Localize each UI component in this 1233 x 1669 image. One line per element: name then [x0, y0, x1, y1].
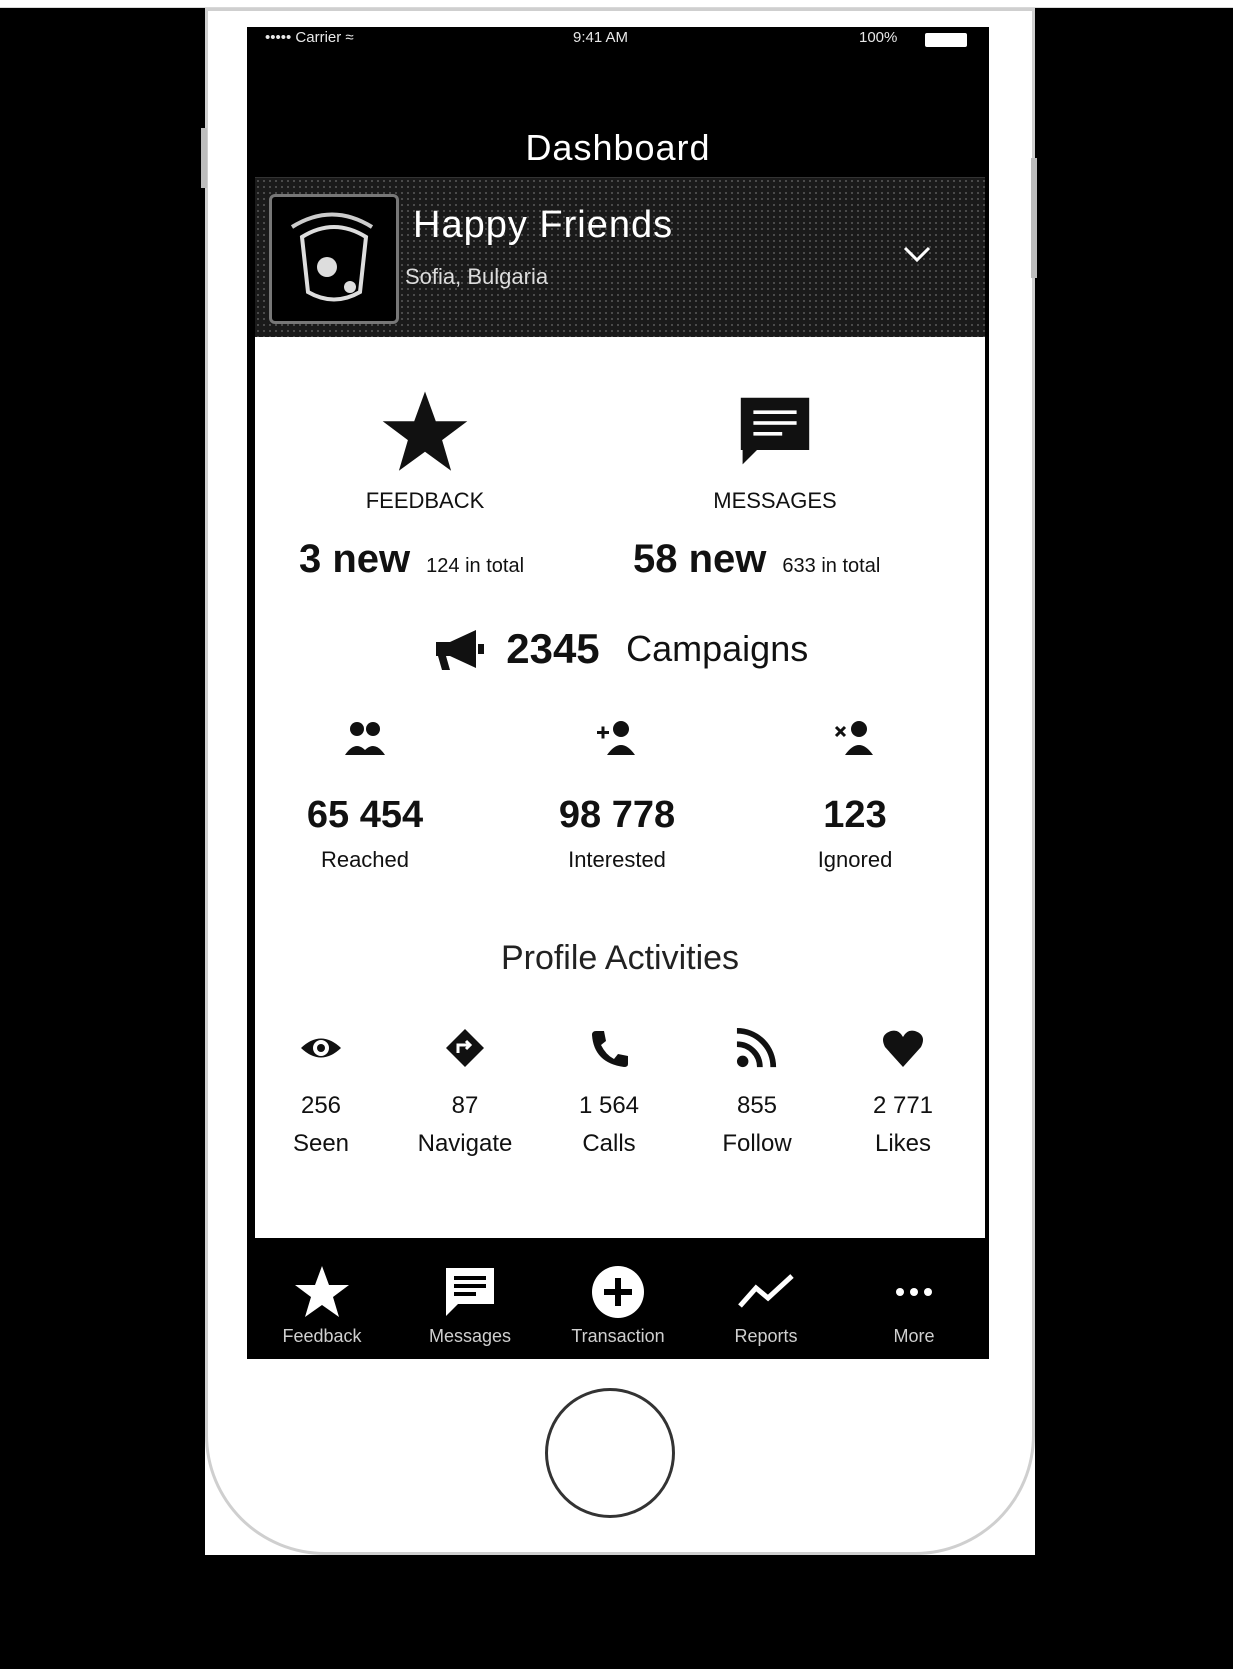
- audience-interested: 98 778 Interested: [517, 719, 717, 873]
- tab-reports-label: Reports: [734, 1326, 798, 1346]
- feedback-card[interactable]: FEEDBACK: [325, 387, 525, 514]
- campaigns-label: Campaigns: [626, 628, 809, 669]
- avatar-image-icon: [290, 212, 374, 302]
- tab-messages[interactable]: Messages: [395, 1238, 545, 1359]
- message-icon: [446, 1268, 494, 1316]
- ignored-label: Ignored: [817, 847, 893, 872]
- star-icon: [382, 391, 468, 471]
- remove-user-icon: [834, 721, 873, 755]
- dashboard-content: FEEDBACK 3 new 124 in total MESSAGES 58 n…: [255, 337, 985, 1238]
- power-button: [1031, 158, 1037, 278]
- ignored-value: 123: [823, 794, 887, 836]
- navigate-icon: [446, 1029, 484, 1067]
- page-title: Dashboard: [525, 127, 711, 168]
- messages-stats: 58 new 633 in total: [633, 537, 880, 582]
- navigate-value: 87: [451, 1092, 479, 1119]
- background-bottom: [205, 1555, 1035, 1669]
- messages-new-count: 58 new: [633, 537, 767, 581]
- feedback-label: FEEDBACK: [365, 488, 485, 513]
- tab-messages-label: Messages: [428, 1326, 512, 1346]
- tab-more[interactable]: More: [839, 1238, 989, 1359]
- campaigns-summary[interactable]: 2345 Campaigns: [255, 625, 985, 673]
- tab-reports[interactable]: Reports: [691, 1238, 841, 1359]
- battery-icon: [925, 33, 967, 47]
- reached-label: Reached: [320, 847, 410, 872]
- tab-more-label: More: [893, 1326, 935, 1346]
- interested-label: Interested: [568, 847, 666, 872]
- chevron-down-icon[interactable]: [897, 234, 937, 274]
- background-right: [1035, 8, 1233, 1669]
- business-location: Sofia, Bulgaria: [405, 264, 549, 289]
- add-user-icon: [597, 721, 635, 755]
- profile-header[interactable]: Happy Friends Sofia, Bulgaria: [255, 177, 985, 339]
- calls-value: 1 564: [578, 1092, 640, 1119]
- tab-feedback-label: Feedback: [282, 1326, 362, 1346]
- likes-label: Likes: [874, 1130, 932, 1157]
- phone-icon: [592, 1031, 628, 1067]
- trend-icon: [738, 1274, 794, 1308]
- battery-percent: 100%: [859, 29, 898, 46]
- feedback-total: 124 in total: [426, 555, 525, 577]
- message-icon: [740, 397, 810, 465]
- follow-label: Follow: [722, 1130, 792, 1157]
- interested-value: 98 778: [558, 794, 676, 836]
- messages-label: MESSAGES: [713, 488, 837, 513]
- background-left: [0, 8, 205, 1669]
- rss-icon: [736, 1027, 777, 1068]
- feedback-stats: 3 new 124 in total: [299, 537, 524, 582]
- business-name: Happy Friends: [413, 204, 674, 246]
- carrier-text: ••••• Carrier ≈: [265, 29, 354, 46]
- phone-screen: ••••• Carrier ≈ 9:41 AM 100% Dashboard H…: [247, 27, 989, 1359]
- feedback-new-count: 3 new: [299, 537, 411, 581]
- activity-calls: 1 564 Calls: [549, 1027, 669, 1158]
- audience-reached: 65 454 Reached: [265, 719, 465, 873]
- heart-icon: [883, 1030, 923, 1067]
- eye-icon: [301, 1038, 341, 1058]
- audience-ignored: 123 Ignored: [755, 719, 955, 873]
- star-icon: [295, 1266, 349, 1317]
- tab-transaction-label: Transaction: [571, 1326, 665, 1346]
- calls-label: Calls: [582, 1130, 636, 1157]
- side-button: [201, 128, 207, 188]
- navigate-label: Navigate: [417, 1130, 513, 1157]
- seen-label: Seen: [292, 1130, 350, 1157]
- campaigns-count: 2345: [506, 625, 600, 672]
- avatar: [269, 194, 399, 324]
- follow-value: 855: [736, 1092, 778, 1119]
- tab-bar: Feedback Messages Transaction Reports Mo…: [247, 1238, 989, 1359]
- megaphone-icon: [435, 630, 484, 670]
- reached-value: 65 454: [306, 794, 424, 836]
- messages-total: 633 in total: [782, 555, 881, 577]
- tab-transaction[interactable]: Transaction: [543, 1238, 693, 1359]
- plus-circle-icon: [592, 1266, 644, 1318]
- group-icon: [345, 722, 385, 755]
- profile-activities-title: Profile Activities: [500, 939, 740, 977]
- clock-text: 9:41 AM: [573, 29, 629, 46]
- home-button[interactable]: [545, 1388, 675, 1518]
- messages-card[interactable]: MESSAGES: [675, 387, 875, 514]
- tab-feedback[interactable]: Feedback: [247, 1238, 397, 1359]
- activity-follow: 855 Follow: [697, 1027, 817, 1158]
- activity-likes: 2 771 Likes: [843, 1027, 963, 1158]
- status-bar: ••••• Carrier ≈ 9:41 AM 100%: [247, 27, 989, 55]
- activity-seen: 256 Seen: [261, 1027, 381, 1158]
- likes-value: 2 771: [872, 1092, 934, 1119]
- top-border: [0, 0, 1233, 8]
- activity-navigate: 87 Navigate: [405, 1027, 525, 1158]
- more-icon: [896, 1288, 932, 1296]
- seen-value: 256: [300, 1092, 342, 1119]
